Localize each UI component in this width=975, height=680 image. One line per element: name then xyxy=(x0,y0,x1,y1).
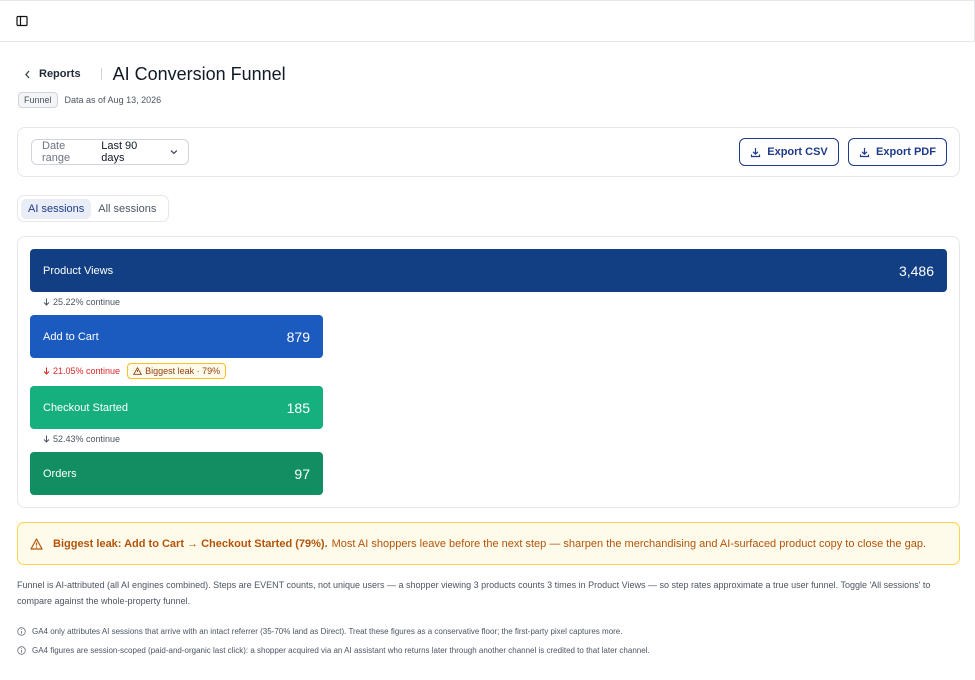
biggest-leak-alert: Biggest leak: Add to Cart → Checkout Sta… xyxy=(17,522,960,565)
date-range-label: Date range xyxy=(42,140,71,164)
page-meta: Funnel Data as of Aug 13, 2026 xyxy=(18,92,161,108)
info-note-text: GA4 only attributes AI sessions that arr… xyxy=(32,627,623,636)
alert-text: Most AI shoppers leave before the next s… xyxy=(331,537,926,550)
funnel-transition-2: 21.05% continue Biggest leak · 79% xyxy=(43,363,227,379)
funnel-transition-3: 52.43% continue xyxy=(43,434,120,444)
export-pdf-button[interactable]: Export PDF xyxy=(848,138,947,166)
arrow-down-icon xyxy=(43,435,50,443)
toggle-all-sessions[interactable]: All sessions xyxy=(91,199,163,219)
funnel-step-name: Add to Cart xyxy=(43,330,99,343)
funnel-transition-1: 25.22% continue xyxy=(43,297,120,307)
funnel-chart: Product Views 3,486 25.22% continue Add … xyxy=(17,236,960,508)
funnel-footnote: Funnel is AI-attributed (all AI engines … xyxy=(17,580,931,606)
info-note-text: GA4 figures are session-scoped (paid-and… xyxy=(32,646,650,655)
toggle-ai-sessions[interactable]: AI sessions xyxy=(21,198,92,219)
back-label: Reports xyxy=(39,68,81,80)
funnel-step-name: Checkout Started xyxy=(43,401,128,414)
transition-rate: 52.43% continue xyxy=(53,434,121,444)
arrow-down-icon xyxy=(43,298,50,306)
chevron-left-icon xyxy=(25,70,30,78)
alert-title: Biggest leak: Add to Cart → Checkout Sta… xyxy=(53,537,328,550)
warning-triangle-icon xyxy=(30,537,43,550)
leak-badge-label: Biggest leak · 79% xyxy=(145,366,221,376)
funnel-step-name: Orders xyxy=(43,467,77,480)
report-type-badge: Funnel xyxy=(18,92,58,108)
biggest-leak-badge: Biggest leak · 79% xyxy=(127,363,227,379)
info-circle-icon xyxy=(17,646,26,655)
funnel-bar-orders[interactable]: Orders 97 xyxy=(30,452,323,495)
info-circle-icon xyxy=(17,627,26,636)
session-scope-toggle: AI sessions All sessions xyxy=(17,195,169,222)
arrow-down-icon xyxy=(43,367,50,375)
warning-triangle-icon xyxy=(133,367,143,375)
info-note-2: GA4 figures are session-scoped (paid-and… xyxy=(17,646,650,655)
info-note-1: GA4 only attributes AI sessions that arr… xyxy=(17,627,622,636)
funnel-step-count: 97 xyxy=(294,465,310,482)
export-csv-label: Export CSV xyxy=(767,146,828,158)
header-divider xyxy=(100,68,102,80)
export-pdf-label: Export PDF xyxy=(876,146,936,158)
funnel-step-count: 3,486 xyxy=(898,262,934,279)
top-bar xyxy=(0,0,975,42)
back-to-reports-link[interactable]: Reports xyxy=(18,68,81,80)
funnel-step-count: 879 xyxy=(286,328,310,345)
download-icon xyxy=(751,147,761,157)
funnel-bar-product-views[interactable]: Product Views 3,486 xyxy=(30,249,947,292)
funnel-bar-add-to-cart[interactable]: Add to Cart 879 xyxy=(30,315,323,358)
chevron-down-icon xyxy=(170,150,178,155)
download-icon xyxy=(859,147,870,157)
funnel-bar-checkout-started[interactable]: Checkout Started 185 xyxy=(30,386,323,429)
funnel-step-name: Product Views xyxy=(43,264,114,277)
page-title: AI Conversion Funnel xyxy=(112,63,286,84)
transition-rate: 25.22% continue xyxy=(53,297,121,307)
export-csv-button[interactable]: Export CSV xyxy=(739,138,839,166)
funnel-step-count: 185 xyxy=(286,399,310,416)
data-as-of-text: Data as of Aug 13, 2026 xyxy=(64,95,162,105)
date-range-select[interactable]: Date range Last 90 days xyxy=(31,139,189,165)
date-range-value: Last 90 days xyxy=(101,140,138,164)
sidebar-toggle-icon[interactable] xyxy=(16,15,28,27)
page-header: Reports AI Conversion Funnel xyxy=(18,62,286,86)
transition-rate: 21.05% continue xyxy=(53,366,121,376)
filter-bar: Date range Last 90 days Export CSV Expor… xyxy=(17,127,960,177)
